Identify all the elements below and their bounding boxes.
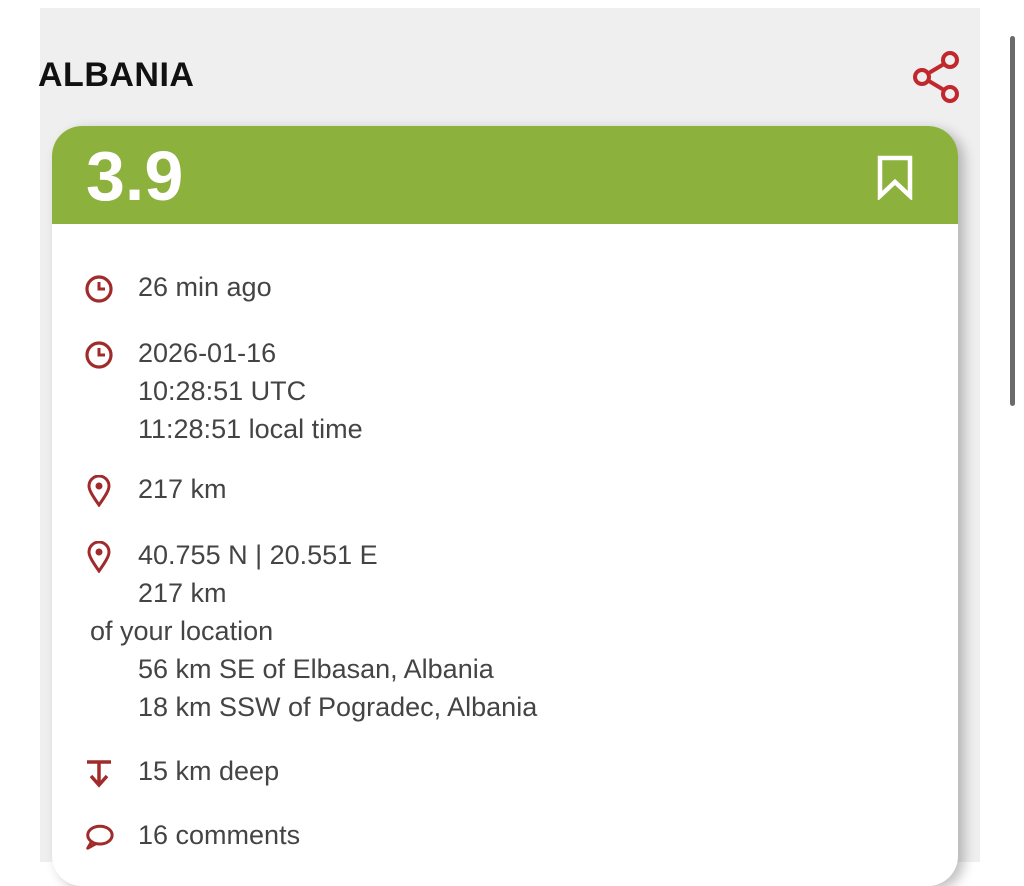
distance-note: of your location	[90, 616, 274, 646]
region-title: ALBANIA	[38, 56, 195, 94]
coordinates: 40.755 N | 20.551 E	[138, 540, 378, 570]
local-time: 11:28:51 local time	[138, 414, 363, 444]
depth-icon	[84, 758, 114, 788]
depth-row: 15 km deep	[84, 752, 279, 790]
clock-icon	[84, 274, 114, 304]
location-pin-icon	[84, 541, 114, 573]
share-icon	[913, 51, 959, 103]
distance-value: 217 km	[138, 474, 227, 504]
nearby-place: 18 km SSW of Pogradec, Albania	[138, 692, 538, 722]
event-date: 2026-01-16	[138, 338, 277, 368]
utc-time: 10:28:51 UTC	[138, 376, 307, 406]
scrollbar[interactable]	[1010, 36, 1015, 406]
datetime-row: 2026-01-16 10:28:51 UTC 11:28:51 local t…	[84, 334, 363, 448]
clock-icon	[84, 340, 114, 370]
magnitude-header: 3.9	[52, 126, 958, 224]
location-pin-icon	[84, 475, 114, 507]
share-button[interactable]	[908, 48, 966, 106]
bookmark-icon	[877, 155, 913, 200]
comment-icon	[84, 822, 114, 852]
depth-value: 15 km deep	[138, 756, 280, 786]
magnitude-value: 3.9	[86, 137, 184, 215]
bookmark-button[interactable]	[870, 150, 920, 204]
comments-count[interactable]: 16 comments	[138, 816, 300, 854]
earthquake-card[interactable]: 3.9 26 min ago 2026-01-16 10:28:51 UTC 1…	[52, 126, 958, 886]
distance-repeat: 217 km	[138, 578, 227, 608]
comments-row[interactable]: 16 comments	[84, 816, 300, 854]
relative-time-row: 26 min ago	[84, 268, 272, 306]
coordinates-row: 40.755 N | 20.551 E 217 km of your locat…	[84, 536, 537, 726]
distance-row: 217 km	[84, 470, 227, 508]
relative-time: 26 min ago	[138, 272, 272, 302]
nearby-place: 56 km SE of Elbasan, Albania	[138, 654, 494, 684]
